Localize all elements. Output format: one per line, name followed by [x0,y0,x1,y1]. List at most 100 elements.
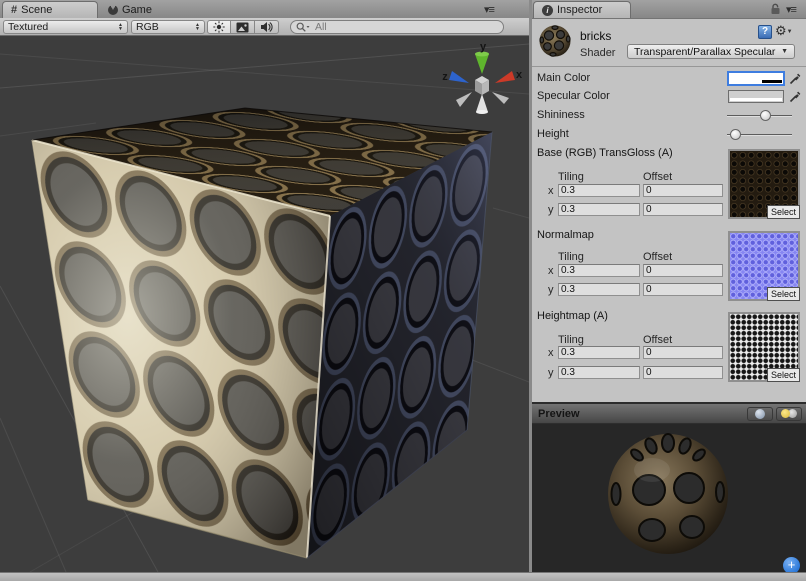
gizmo-axis-y[interactable] [475,54,489,74]
gizmo-axis-gray[interactable] [456,92,472,107]
specular-color-label: Specular Color [537,90,610,102]
eyedropper-icon[interactable] [789,90,801,103]
eyedropper-icon[interactable] [789,72,801,85]
gizmo-axis-z[interactable] [449,71,469,83]
offset-header: Offset [643,171,672,183]
gizmo-label-y: y [480,41,487,53]
alpha-bar [730,98,782,101]
sun-icon [213,21,225,33]
lock-icon[interactable] [770,3,781,15]
inspector-panel: i Inspector ▾≡ [532,0,806,572]
base-offset-x-input[interactable] [643,184,723,197]
scene-viewport[interactable]: y z x [0,36,529,572]
base-map-label: Base (RGB) TransGloss (A) [537,147,673,159]
shininess-slider[interactable] [727,109,792,122]
shader-dropdown[interactable]: Transparent/Parallax Specular ▼ [627,44,795,59]
header-separator [532,66,806,67]
tab-scene[interactable]: # Scene [2,1,98,18]
specular-color-swatch[interactable] [728,90,784,103]
base-map-thumbnail[interactable]: Select [728,149,800,219]
gizmo-axis-gray[interactable] [492,92,509,104]
normalmap-tiling-x-input[interactable] [558,264,640,277]
normalmap-label: Normalmap [537,229,594,241]
preview-shape-button[interactable] [747,407,773,421]
heightmap-thumbnail[interactable]: Select [728,312,800,382]
gizmo-label-x: x [516,69,523,81]
row-y-label: y [548,204,554,216]
row-x-label: x [548,265,554,277]
normalmap-tiling-y-input[interactable] [558,283,640,296]
main-color-label: Main Color [537,72,590,84]
scene-panel: # Scene Game ▾≡ Textured ▲▼ RGB ▲▼ [0,0,529,572]
tiling-header: Tiling [558,251,584,263]
preview-title: Preview [532,408,747,420]
gizmo-axis-gray[interactable] [476,94,488,112]
shader-value: Transparent/Parallax Specular [634,46,781,58]
game-icon [108,5,118,15]
inspector-menu-icon[interactable]: ▾≡ [786,3,796,16]
heightmap-select-button[interactable]: Select [767,368,800,382]
updown-arrows-icon: ▲▼ [195,23,200,31]
base-tiling-x-input[interactable] [558,184,640,197]
tiling-header: Tiling [558,171,584,183]
tab-inspector[interactable]: i Inspector [533,1,631,18]
tab-game[interactable]: Game [100,1,162,18]
base-offset-y-input[interactable] [643,203,723,216]
tab-inspector-label: Inspector [557,4,602,16]
window-bottom-strip [0,572,806,581]
inspector-tabbar: i Inspector ▾≡ [532,0,806,19]
heightmap-offset-y-input[interactable] [643,366,723,379]
base-tiling-y-input[interactable] [558,203,640,216]
offset-header: Offset [643,334,672,346]
chevron-down-icon: ▼ [781,48,788,55]
offset-header: Offset [643,251,672,263]
tiling-header: Tiling [558,334,584,346]
heightmap-tiling-x-input[interactable] [558,346,640,359]
bricks-cube[interactable] [32,108,492,558]
preview-header[interactable]: Preview [532,404,806,424]
scene-orientation-gizmo[interactable]: y z x [442,41,523,114]
scene-panel-menu-icon[interactable]: ▾≡ [484,3,494,16]
scene-toolbar: Textured ▲▼ RGB ▲▼ [0,18,529,36]
scene-lighting-toggle[interactable] [207,20,231,34]
unity-editor-window: # Scene Game ▾≡ Textured ▲▼ RGB ▲▼ [0,0,806,581]
normalmap-thumbnail[interactable]: Select [728,231,800,301]
heightmap-offset-x-input[interactable] [643,346,723,359]
preview-lighting-button[interactable] [776,407,802,421]
scene-3d-view: y z x [0,36,529,572]
preview-viewport[interactable]: + [532,424,806,572]
skybox-toggle[interactable] [231,20,255,34]
slider-knob[interactable] [760,110,771,121]
normalmap-offset-x-input[interactable] [643,264,723,277]
tab-game-label: Game [122,4,152,16]
slider-knob[interactable] [730,129,741,140]
material-sphere-icon [538,24,572,58]
gizmo-axis-x[interactable] [495,71,515,83]
height-slider[interactable] [727,128,792,141]
updown-arrows-icon: ▲▼ [118,23,123,31]
normalmap-select-button[interactable]: Select [767,287,800,301]
height-label: Height [537,128,569,140]
row-x-label: x [548,347,554,359]
preview-sphere[interactable] [604,430,732,558]
color-mode-dropdown[interactable]: RGB ▲▼ [131,20,205,34]
audio-toggle[interactable] [255,20,279,34]
row-x-label: x [548,185,554,197]
alpha-bar [730,80,782,83]
render-mode-dropdown[interactable]: Textured ▲▼ [3,20,128,34]
color-mode-value: RGB [136,21,191,33]
gear-icon[interactable]: ⚙▼ [775,23,793,39]
search-input[interactable] [313,20,498,34]
heightmap-tiling-y-input[interactable] [558,366,640,379]
add-preview-button[interactable]: + [783,557,800,572]
scene-search-field[interactable] [290,20,504,34]
tab-scene-label: Scene [21,4,52,16]
base-map-select-button[interactable]: Select [767,205,800,219]
gizmo-label-z: z [442,71,448,83]
help-icon[interactable]: ? [758,25,772,39]
normalmap-offset-y-input[interactable] [643,283,723,296]
main-color-swatch[interactable] [728,72,784,85]
view-toggle-group [207,20,279,34]
speaker-icon [260,21,273,33]
heightmap-label: Heightmap (A) [537,310,608,322]
